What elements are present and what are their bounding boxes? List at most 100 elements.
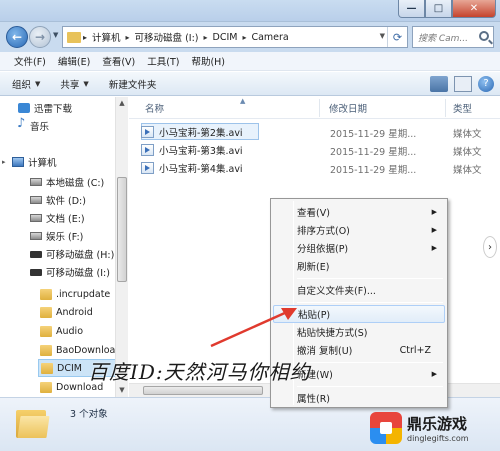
file-date: 2015-11-29 星期... <box>330 165 417 176</box>
breadcrumb-dcim[interactable]: DCIM <box>210 32 241 43</box>
nav-item-drive-h[interactable]: 可移动磁盘 (H:) <box>30 245 114 263</box>
logo-text: 鼎乐游戏 dinglegifts.com <box>407 413 469 443</box>
file-row[interactable]: 小马宝莉-第2集.avi <box>141 124 243 140</box>
menu-edit[interactable]: 编辑(E) <box>52 54 96 68</box>
nav-item-drive-e[interactable]: 文档 (E:) <box>30 209 85 227</box>
new-folder-button[interactable]: 新建文件夹 <box>109 77 157 91</box>
menu-item-refresh[interactable]: 刷新(E) <box>273 257 445 275</box>
maximize-button[interactable]: □ <box>425 0 452 18</box>
address-bar[interactable]: ▸ 计算机 ▸ 可移动磁盘 (I:) ▸ DCIM ▸ Camera ▼ ⟳ <box>62 26 408 48</box>
collapse-arrow-icon[interactable]: ▸ <box>2 158 12 166</box>
nav-item-drive-c[interactable]: 本地磁盘 (C:) <box>30 173 104 191</box>
menu-file[interactable]: 文件(F) <box>8 54 52 68</box>
scroll-thumb[interactable] <box>143 386 263 395</box>
nav-item-drive-f[interactable]: 娱乐 (F:) <box>30 227 83 245</box>
menu-tools[interactable]: 工具(T) <box>141 54 185 68</box>
nav-item-drive-i[interactable]: 可移动磁盘 (I:) <box>30 263 110 281</box>
logo-icon <box>370 412 402 444</box>
breadcrumb-removable-disk[interactable]: 可移动磁盘 (I:) <box>132 30 202 44</box>
column-divider[interactable] <box>445 99 446 117</box>
minimize-button[interactable]: — <box>398 0 425 18</box>
usb-drive-icon <box>30 268 42 276</box>
menu-item-group[interactable]: 分组依据(P) ▶ <box>273 239 445 257</box>
preview-pane-icon[interactable] <box>454 76 472 92</box>
nav-item-label: DCIM <box>57 362 82 374</box>
nav-item-android[interactable]: Android <box>40 303 93 321</box>
file-name: 小马宝莉-第4集.avi <box>159 164 243 175</box>
column-date[interactable]: 修改日期 <box>329 101 367 115</box>
chevron-right-icon[interactable]: ▸ <box>240 33 248 42</box>
menu-separator <box>297 386 443 387</box>
column-divider[interactable] <box>319 99 320 117</box>
scroll-thumb[interactable] <box>117 177 127 282</box>
video-file-icon <box>141 162 154 174</box>
column-type[interactable]: 类型 <box>453 101 472 115</box>
folder-icon <box>40 325 52 337</box>
menu-bar: 文件(F) 编辑(E) 查看(V) 工具(T) 帮助(H) <box>0 52 500 71</box>
logo-name: 鼎乐游戏 <box>407 415 468 433</box>
chevron-right-icon[interactable]: ▸ <box>201 33 209 42</box>
menu-separator <box>297 302 443 303</box>
share-button[interactable]: 共享 ▼ <box>60 77 88 91</box>
help-icon[interactable]: ? <box>478 76 494 92</box>
chevron-right-icon[interactable]: ▸ <box>81 33 89 42</box>
nav-item-incrupdate[interactable]: .incrupdate <box>40 285 110 303</box>
submenu-arrow-icon: ▶ <box>431 226 437 234</box>
menu-item-label: 查看(V) <box>297 208 330 219</box>
file-date: 2015-11-29 星期... <box>330 129 417 140</box>
close-button[interactable]: ✕ <box>452 0 496 18</box>
refresh-icon[interactable]: ⟳ <box>387 27 407 47</box>
nav-item-label: 计算机 <box>28 158 57 169</box>
search-placeholder: 搜索 Cam... <box>418 33 469 44</box>
change-view-icon[interactable] <box>430 76 448 92</box>
breadcrumb-camera[interactable]: Camera <box>248 32 291 43</box>
organize-label: 组织 <box>12 79 32 91</box>
back-button[interactable]: ← <box>6 26 28 48</box>
menu-separator <box>297 362 443 363</box>
hard-drive-icon <box>30 214 42 222</box>
organize-button[interactable]: 组织 ▼ <box>12 77 40 91</box>
column-name[interactable]: 名称 <box>145 101 164 115</box>
scroll-down-icon[interactable]: ▼ <box>116 384 128 397</box>
file-row[interactable]: 小马宝莉-第3集.avi <box>141 142 243 158</box>
scroll-up-icon[interactable]: ▲ <box>116 97 128 110</box>
menu-separator <box>297 278 443 279</box>
arrow-shaft <box>210 310 288 348</box>
menu-item-customize[interactable]: 自定义文件夹(F)... <box>273 281 445 299</box>
share-label: 共享 <box>60 79 80 91</box>
menu-item-sort[interactable]: 排序方式(O) ▶ <box>273 221 445 239</box>
nav-item-music[interactable]: 音乐 <box>17 116 49 135</box>
menu-view[interactable]: 查看(V) <box>96 54 141 68</box>
menu-help[interactable]: 帮助(H) <box>185 54 231 68</box>
music-icon <box>17 116 26 132</box>
menu-item-view[interactable]: 查看(V) ▶ <box>273 203 445 221</box>
window-controls: — □ ✕ <box>398 0 496 18</box>
view-controls: ? <box>430 76 494 92</box>
video-file-icon <box>141 126 154 138</box>
chevron-right-icon[interactable]: ▸ <box>124 33 132 42</box>
menu-item-label: 刷新(E) <box>297 262 330 273</box>
nav-item-label: 软件 (D:) <box>46 196 86 207</box>
file-row[interactable]: 小马宝莉-第4集.avi <box>141 160 243 176</box>
recent-pages-dropdown-icon[interactable]: ▼ <box>53 31 58 39</box>
computer-icon <box>12 157 24 167</box>
menu-item-properties[interactable]: 属性(R) <box>273 389 445 407</box>
address-dropdown-icon[interactable]: ▼ <box>380 32 385 40</box>
submenu-arrow-icon: ▶ <box>431 208 437 216</box>
menu-item-label: 自定义文件夹(F)... <box>297 286 376 297</box>
hard-drive-icon <box>30 196 42 204</box>
nav-item-drive-d[interactable]: 软件 (D:) <box>30 191 86 209</box>
nav-item-computer[interactable]: ▸ 计算机 <box>0 153 57 171</box>
breadcrumb-computer[interactable]: 计算机 <box>89 30 124 44</box>
search-input[interactable]: 搜索 Cam... <box>412 26 494 48</box>
navigation-pane: 迅雷下载 音乐 ▸ 计算机 本地磁盘 (C:) 软件 (D:) 文档 (E:) … <box>0 97 128 397</box>
forward-arrow-icon: → <box>34 30 46 44</box>
nav-item-audio[interactable]: Audio <box>40 322 83 340</box>
forward-button[interactable]: → <box>29 26 51 48</box>
nav-scrollbar[interactable]: ▲ ▼ <box>115 97 128 397</box>
scroll-right-icon[interactable]: › <box>483 236 497 258</box>
folder-icon <box>40 288 52 300</box>
nav-item-thunder-downloads[interactable]: 迅雷下载 <box>18 99 72 117</box>
nav-item-label: Android <box>56 306 93 318</box>
file-date: 2015-11-29 星期... <box>330 147 417 158</box>
